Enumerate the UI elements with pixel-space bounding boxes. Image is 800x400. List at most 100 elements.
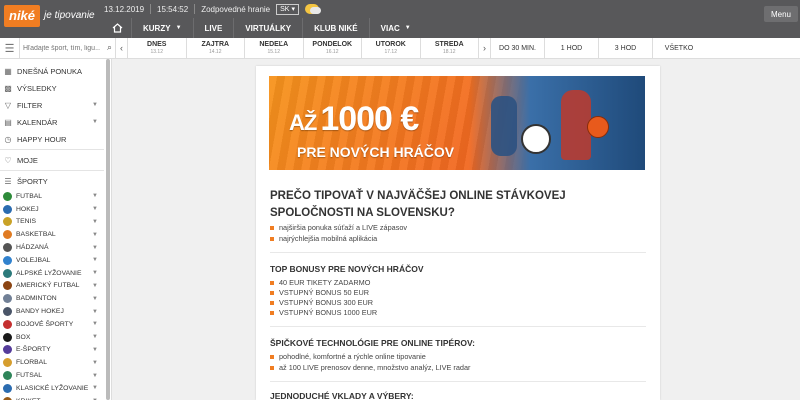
sport-icon bbox=[3, 294, 12, 304]
main-content: AŽ 1000 € PRE NOVÝCH HRÁČOV PREČO TIPOVAŤ… bbox=[256, 66, 660, 400]
sidebar-item-happy-hour[interactable]: ◷ HAPPY HOUR bbox=[0, 131, 104, 147]
chevron-down-icon: ▼ bbox=[92, 346, 98, 353]
sport-label: ALPSKÉ LYŽOVANIE bbox=[16, 269, 82, 277]
chevron-down-icon: ▼ bbox=[92, 231, 98, 238]
chevron-down-icon: ▼ bbox=[92, 206, 98, 213]
heart-icon: ♡ bbox=[4, 155, 12, 165]
sport-label: AMERICKÝ FUTBAL bbox=[16, 282, 80, 290]
sport-label: HOKEJ bbox=[16, 205, 39, 213]
prev-days-button[interactable]: ‹ bbox=[116, 38, 128, 58]
sidebar-sport-item[interactable]: BOX ▼ bbox=[0, 331, 104, 344]
sidebar-item-moje[interactable]: ♡ MOJE bbox=[0, 152, 104, 168]
sidebar-sport-item[interactable]: BOJOVÉ ŠPORTY ▼ bbox=[0, 318, 104, 331]
day-tab-nedela[interactable]: NEDEĽA 15.12 bbox=[245, 38, 304, 58]
sidebar-sport-item[interactable]: BASKETBAL ▼ bbox=[0, 228, 104, 241]
chevron-down-icon: ▼ bbox=[92, 270, 98, 277]
search-input[interactable] bbox=[20, 39, 100, 57]
sport-icon bbox=[3, 371, 12, 381]
banner-subline: PRE NOVÝCH HRÁČOV bbox=[297, 144, 455, 160]
bullet-icon bbox=[270, 354, 274, 359]
nav-viac[interactable]: VIAC ▼ bbox=[368, 18, 422, 38]
section-title: TOP BONUSY PRE NOVÝCH HRÁČOV bbox=[270, 264, 424, 274]
nav-kurzy[interactable]: KURZY ▼ bbox=[131, 18, 193, 38]
sport-label: HÁDZANÁ bbox=[16, 244, 49, 252]
period-1-hod[interactable]: 1 HOD bbox=[545, 38, 599, 58]
sidebar-sport-item[interactable]: FLORBAL ▼ bbox=[0, 356, 104, 369]
sidebar-sport-item[interactable]: E-ŠPORTY ▼ bbox=[0, 344, 104, 357]
list-item: 40 EUR TIKETY ZADARMO bbox=[270, 278, 370, 287]
search-box: ⌕ bbox=[20, 38, 116, 58]
day-tab-zajtra[interactable]: ZAJTRA 14.12 bbox=[187, 38, 245, 58]
chevron-down-icon: ▾ bbox=[291, 6, 295, 13]
sidebar-item-kalendar[interactable]: ▤ KALENDÁR ▼ bbox=[0, 114, 104, 130]
day-tab-dnes[interactable]: DNES 13.12 bbox=[128, 38, 187, 58]
period-30-min[interactable]: DO 30 MIN. bbox=[491, 38, 545, 58]
hamburger-icon[interactable]: ☰ bbox=[0, 38, 20, 58]
sport-icon bbox=[3, 281, 12, 291]
sidebar-item-sporty[interactable]: ☰ ŠPORTY bbox=[0, 173, 104, 189]
logo-tagline: je tipovanie bbox=[44, 10, 95, 21]
sidebar-item-filter[interactable]: ▽ FILTER ▼ bbox=[0, 97, 104, 113]
sidebar-sport-item[interactable]: BADMINTON ▼ bbox=[0, 292, 104, 305]
sidebar-sport-item[interactable]: FUTSAL ▼ bbox=[0, 369, 104, 382]
home-icon bbox=[112, 23, 123, 33]
period-vsetko[interactable]: VŠETKO bbox=[653, 38, 705, 58]
day-tab-pondelok[interactable]: PONDELOK 16.12 bbox=[304, 38, 362, 58]
search-icon[interactable]: ⌕ bbox=[107, 42, 112, 53]
sport-label: KLASICKÉ LYŽOVANIE bbox=[16, 384, 89, 392]
sidebar-sport-item[interactable]: BANDY HOKEJ ▼ bbox=[0, 305, 104, 318]
list-item: VSTUPNÝ BONUS 50 EUR bbox=[270, 288, 369, 297]
sport-icon bbox=[3, 383, 12, 393]
sport-icon bbox=[3, 191, 12, 201]
sport-label: BADMINTON bbox=[16, 295, 57, 303]
clock-icon: ◷ bbox=[4, 134, 12, 144]
sidebar-sport-item[interactable]: HOKEJ ▼ bbox=[0, 203, 104, 216]
chevron-down-icon: ▼ bbox=[92, 334, 98, 341]
menu-button[interactable]: Menu bbox=[764, 6, 798, 22]
sidebar-sport-item[interactable]: VOLEJBAL ▼ bbox=[0, 254, 104, 267]
home-button[interactable] bbox=[104, 18, 131, 38]
sidebar-item-dnesna-ponuka[interactable]: ▦ DNEŠNÁ PONUKA bbox=[0, 63, 104, 79]
sport-label: VOLEJBAL bbox=[16, 256, 51, 264]
top-bar: niké je tipovanie 13.12.2019 15:54:52 Zo… bbox=[0, 0, 800, 38]
divider bbox=[270, 326, 646, 327]
chevron-down-icon: ▼ bbox=[92, 282, 98, 289]
list-item: najširšia ponuka súťaží a LIVE zápasov bbox=[270, 223, 407, 232]
chevron-down-icon: ▼ bbox=[92, 119, 98, 125]
bullet-icon bbox=[270, 365, 274, 370]
nav-virtualky[interactable]: VIRTUÁLKY bbox=[233, 18, 302, 38]
banner-headline: AŽ 1000 € bbox=[289, 100, 419, 138]
sidebar-item-vysledky[interactable]: ▩ VÝSLEDKY bbox=[0, 80, 104, 96]
sidebar-sport-item[interactable]: TENIS ▼ bbox=[0, 216, 104, 229]
day-tab-streda[interactable]: STREDA 18.12 bbox=[421, 38, 479, 58]
chevron-down-icon: ▼ bbox=[92, 102, 98, 108]
sport-icon bbox=[3, 255, 12, 265]
bullet-icon bbox=[270, 236, 274, 241]
next-days-button[interactable]: › bbox=[479, 38, 491, 58]
sport-label: E-ŠPORTY bbox=[16, 346, 51, 354]
period-3-hod[interactable]: 3 HOD bbox=[599, 38, 653, 58]
nav-live[interactable]: LIVE bbox=[192, 18, 234, 38]
chevron-down-icon: ▼ bbox=[92, 257, 98, 264]
responsible-gaming-link[interactable]: Zodpovedné hranie bbox=[201, 5, 270, 14]
list-item: až 100 LIVE prenosov denne, množstvo ana… bbox=[270, 363, 470, 372]
filter-bar: ☰ ⌕ ‹ DNES13.12 ZAJTRA14.12 NEDEĽA15.12 … bbox=[0, 38, 800, 59]
chevron-down-icon: ▼ bbox=[92, 193, 98, 200]
sidebar-sport-item[interactable]: FUTBAL ▼ bbox=[0, 190, 104, 203]
promo-banner[interactable]: AŽ 1000 € PRE NOVÝCH HRÁČOV bbox=[269, 76, 645, 170]
sidebar-scrollbar[interactable] bbox=[106, 59, 110, 400]
logo[interactable]: niké je tipovanie bbox=[4, 3, 95, 28]
sidebar-sport-item[interactable]: KLASICKÉ LYŽOVANIE ▼ bbox=[0, 382, 104, 395]
sidebar-sport-item[interactable]: AMERICKÝ FUTBAL ▼ bbox=[0, 280, 104, 293]
language-select[interactable]: SK ▾ bbox=[276, 3, 299, 15]
nav-klub-nike[interactable]: KLUB NIKÉ bbox=[302, 18, 369, 38]
day-tab-utorok[interactable]: UTOROK 17.12 bbox=[362, 38, 421, 58]
sidebar-sport-item[interactable]: KRIKET▼ bbox=[0, 395, 104, 400]
section-title: JEDNODUCHÉ VKLADY A VÝBERY: bbox=[270, 391, 414, 400]
sidebar-sport-item[interactable]: ALPSKÉ LYŽOVANIE ▼ bbox=[0, 267, 104, 280]
sidebar-sport-item[interactable]: HÁDZANÁ ▼ bbox=[0, 241, 104, 254]
sport-icon bbox=[3, 268, 12, 278]
sport-label: FUTSAL bbox=[16, 372, 43, 380]
bullet-icon bbox=[270, 290, 274, 295]
sport-label: BANDY HOKEJ bbox=[16, 308, 64, 316]
